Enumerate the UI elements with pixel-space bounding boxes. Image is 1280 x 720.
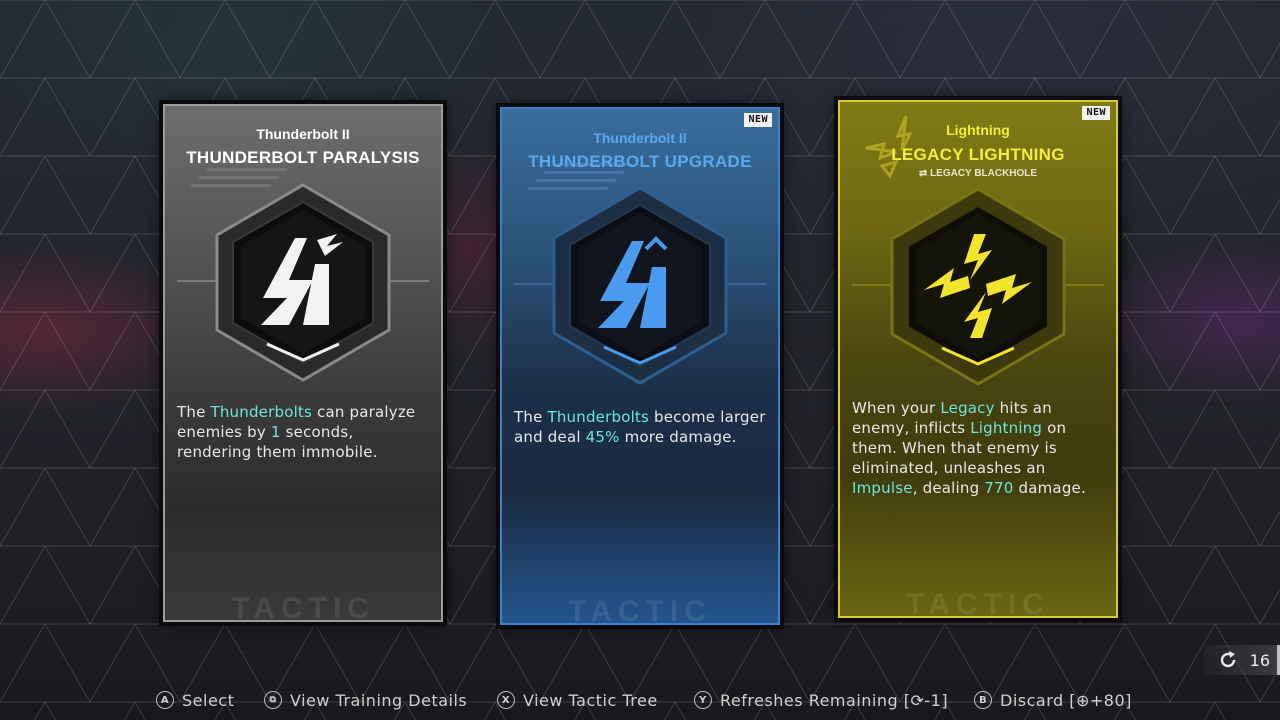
card-watermark: TACTIC <box>231 592 375 622</box>
augment-card-thunderbolt-paralysis[interactable]: Thunderbolt II THUNDERBOLT PARALYSIS The… <box>163 104 443 622</box>
refresh-counter: 16 <box>1204 645 1280 675</box>
card-watermark: TACTIC <box>906 588 1050 618</box>
new-badge: NEW <box>1082 106 1110 120</box>
view-tactic-tree-label: View Tactic Tree <box>523 690 658 710</box>
x-button-icon: X <box>497 691 515 709</box>
augment-card-legacy-lightning[interactable]: NEW Lightning LEGACY LIGHTNING ⇄ LEGACY … <box>838 100 1118 618</box>
card-title: THUNDERBOLT PARALYSIS <box>186 148 420 167</box>
view-tactic-tree-prompt[interactable]: X View Tactic Tree <box>497 688 658 712</box>
card-subtitle: Thunderbolt II <box>593 130 687 146</box>
discard-prompt[interactable]: B Discard [⊕+80] <box>974 688 1132 712</box>
augment-card-thunderbolt-upgrade[interactable]: NEW Thunderbolt II THUNDERBOLT UPGRADE T… <box>500 107 780 625</box>
button-prompts-bar: A Select ⧉ View Training Details X View … <box>0 688 1280 712</box>
swap-label: ⇄ LEGACY BLACKHOLE <box>918 168 1038 179</box>
discard-label: Discard [⊕+80] <box>1000 690 1132 710</box>
refreshes-remaining-label: Refreshes Remaining [⟳-1] <box>720 690 949 710</box>
select-label: Select <box>182 690 235 710</box>
refresh-icon <box>1220 651 1235 668</box>
view-training-details-label: View Training Details <box>290 690 468 710</box>
card-description: When your Legacy hits an enemy, inflicts… <box>852 399 1086 497</box>
card-subtitle: Lightning <box>946 122 1010 138</box>
thunderbolt-icon <box>177 183 429 382</box>
thunderbolt-upgrade-icon <box>514 186 766 385</box>
a-button-icon: A <box>156 691 174 709</box>
b-button-icon: B <box>974 691 992 709</box>
new-badge: NEW <box>744 113 772 127</box>
card-description: The Thunderbolts become larger and deal … <box>514 408 766 446</box>
refresh-count: 16 <box>1249 650 1270 670</box>
card-subtitle: Thunderbolt II <box>256 126 350 142</box>
view-button-icon: ⧉ <box>264 691 282 709</box>
view-training-details-prompt[interactable]: ⧉ View Training Details <box>264 688 467 712</box>
card-title: THUNDERBOLT UPGRADE <box>528 152 752 171</box>
card-description: The Thunderbolts can paralyze enemies by… <box>177 403 416 461</box>
refreshes-remaining-prompt[interactable]: Y Refreshes Remaining [⟳-1] <box>694 688 948 712</box>
card-title: LEGACY LIGHTNING <box>891 145 1065 164</box>
card-watermark: TACTIC <box>568 595 712 625</box>
y-button-icon: Y <box>694 691 712 709</box>
select-prompt[interactable]: A Select <box>156 688 234 712</box>
lightning-burst-icon <box>852 187 1104 386</box>
